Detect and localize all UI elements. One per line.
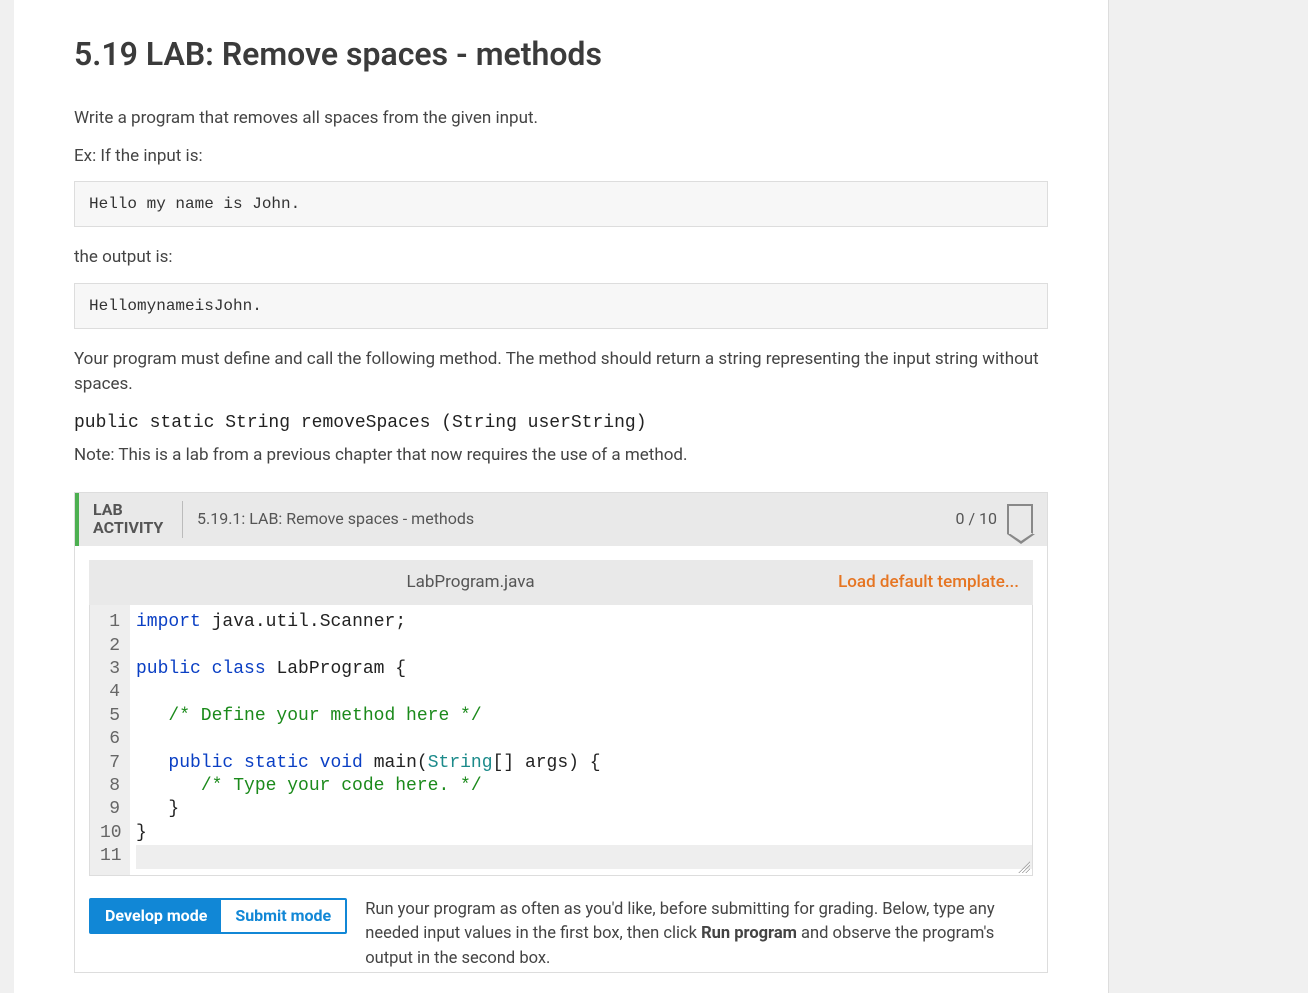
mode-description: Run your program as often as you'd like,… xyxy=(365,898,1033,972)
requirement-text: Your program must define and call the fo… xyxy=(74,347,1048,398)
page-title: 5.19 LAB: Remove spaces - methods xyxy=(74,30,1048,78)
content-page: 5.19 LAB: Remove spaces - methods Write … xyxy=(14,0,1109,993)
example-input-box: Hello my name is John. xyxy=(74,181,1048,227)
submit-mode-tab[interactable]: Submit mode xyxy=(221,900,345,932)
intro-text: Write a program that removes all spaces … xyxy=(74,106,1048,132)
example-input-label: Ex: If the input is: xyxy=(74,144,1048,170)
filename-label: LabProgram.java xyxy=(103,570,838,596)
method-signature: public static String removeSpaces (Strin… xyxy=(74,410,1048,437)
lab-header: LAB ACTIVITY 5.19.1: LAB: Remove spaces … xyxy=(75,493,1047,546)
lab-activity-panel: LAB ACTIVITY 5.19.1: LAB: Remove spaces … xyxy=(74,492,1048,973)
code-area[interactable]: import java.util.Scanner; public class L… xyxy=(130,605,1032,874)
line-number-gutter: 1234567891011 xyxy=(90,605,130,874)
lab-activity-title: 5.19.1: LAB: Remove spaces - methods xyxy=(197,507,955,531)
note-text: Note: This is a lab from a previous chap… xyxy=(74,443,1048,469)
lab-score: 0 / 10 xyxy=(955,507,997,531)
lab-activity-label: LAB ACTIVITY xyxy=(93,501,183,538)
bookmark-icon[interactable] xyxy=(1007,504,1033,534)
example-output-box: HellomynameisJohn. xyxy=(74,283,1048,329)
mode-row: Develop mode Submit mode Run your progra… xyxy=(89,898,1033,972)
file-bar: LabProgram.java Load default template... xyxy=(89,560,1033,606)
example-output-label: the output is: xyxy=(74,245,1048,271)
develop-mode-tab[interactable]: Develop mode xyxy=(91,900,221,932)
code-editor[interactable]: 1234567891011 import java.util.Scanner; … xyxy=(89,605,1033,875)
resize-handle-icon[interactable] xyxy=(1018,861,1030,873)
load-default-template-link[interactable]: Load default template... xyxy=(838,570,1019,596)
mode-tabs: Develop mode Submit mode xyxy=(89,898,347,934)
